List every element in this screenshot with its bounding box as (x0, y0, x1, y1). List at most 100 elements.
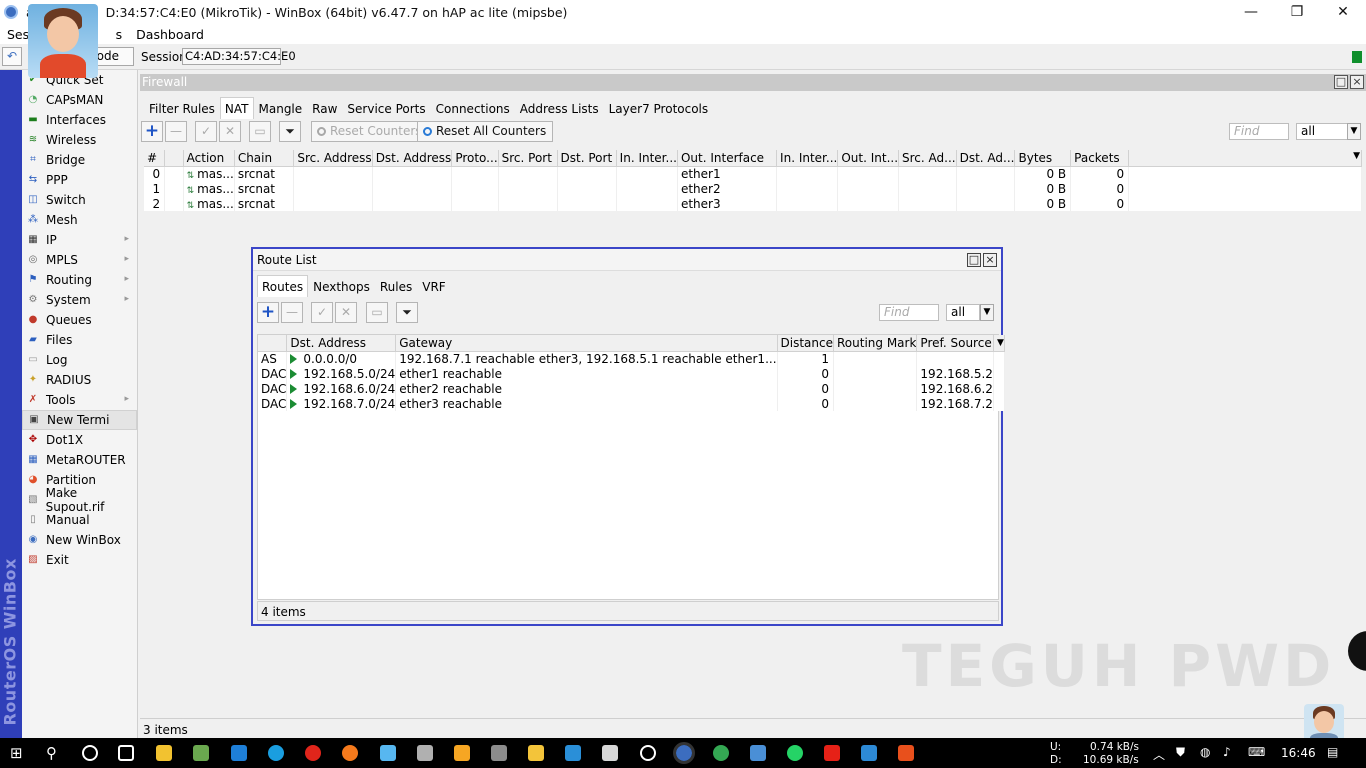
column-header[interactable]: Routing Mark (833, 335, 918, 352)
sidebar-item-switch[interactable]: ◫ Switch (22, 190, 137, 210)
sidebar-item-tools[interactable]: ✗ Tools ▸ (22, 390, 137, 410)
column-header[interactable]: Src. Address (293, 150, 373, 167)
table-row[interactable]: AS 0.0.0.0/0 192.168.7.1 reachable ether3,… (258, 351, 1005, 366)
notes-icon[interactable] (380, 745, 396, 761)
search-icon[interactable]: ⚲ (46, 745, 62, 761)
dropdown-arrow-icon[interactable]: ▼ (1347, 123, 1361, 140)
column-header[interactable]: In. Inter... (616, 150, 678, 167)
store-icon[interactable] (156, 745, 172, 761)
tab-filter-rules[interactable]: Filter Rules (144, 97, 220, 119)
whatsapp-icon[interactable] (787, 745, 803, 761)
column-header[interactable]: Out. Interface (677, 150, 778, 167)
tab-vrf[interactable]: VRF (417, 275, 450, 297)
tab-routes[interactable]: Routes (257, 275, 309, 297)
app-icon[interactable] (861, 745, 877, 761)
restore-button[interactable]: ❐ (1274, 0, 1320, 24)
photos-icon[interactable] (491, 745, 507, 761)
sidebar-item-new-termi[interactable]: ▣ New Termi (22, 410, 137, 430)
add-icon[interactable]: + (257, 302, 279, 323)
column-header[interactable]: Distance (777, 335, 835, 352)
sidebar-item-radius[interactable]: ✦ RADIUS (22, 370, 137, 390)
maximize-icon[interactable]: □ (1334, 75, 1348, 89)
table-row[interactable]: DAC 192.168.5.0/24 ether1 reachable 0 192.16… (258, 366, 1005, 381)
notifications-icon[interactable]: ▤ (1327, 745, 1338, 759)
sidebar-item-routing[interactable]: ⚑ Routing ▸ (22, 270, 137, 290)
column-header[interactable]: Bytes (1014, 150, 1072, 167)
tab-raw[interactable]: Raw (307, 97, 342, 119)
sidebar-item-interfaces[interactable]: ▬ Interfaces (22, 110, 137, 130)
sidebar-item-metarouter[interactable]: ▦ MetaROUTER (22, 450, 137, 470)
add-icon[interactable]: + (141, 121, 163, 142)
column-menu-icon[interactable]: ▼ (993, 335, 1005, 352)
route-filter-select[interactable]: all (946, 304, 980, 321)
column-header[interactable]: Chain (234, 150, 295, 167)
sidebar-item-new-winbox[interactable]: ◉ New WinBox (22, 530, 137, 550)
column-header[interactable]: # (144, 150, 166, 167)
undo-button[interactable]: ↶ (2, 47, 22, 66)
column-header[interactable] (258, 335, 288, 352)
column-header[interactable]: Proto... (451, 150, 499, 167)
network-icon[interactable]: ◍ (1200, 745, 1210, 759)
maximize-icon[interactable]: □ (967, 253, 981, 267)
mail-icon[interactable] (231, 745, 247, 761)
tab-rules[interactable]: Rules (375, 275, 417, 297)
comment-icon[interactable]: ▭ (366, 302, 388, 323)
winbox-taskbar-icon[interactable] (673, 742, 695, 764)
close-icon[interactable]: × (983, 253, 997, 267)
firewall-filter-select[interactable]: all (1296, 123, 1348, 140)
dropdown-arrow-icon[interactable]: ▼ (980, 304, 994, 321)
tab-nat[interactable]: NAT (219, 97, 254, 119)
remove-icon[interactable]: — (281, 302, 303, 323)
menu-settings[interactable]: s (116, 27, 123, 42)
chrome-icon[interactable] (713, 745, 729, 761)
sidebar-item-bridge[interactable]: ⌗ Bridge (22, 150, 137, 170)
firewall-find-input[interactable]: Find (1229, 123, 1289, 140)
tab-service-ports[interactable]: Service Ports (342, 97, 430, 119)
security-icon[interactable]: ⛊ (1176, 745, 1185, 760)
sidebar-item-wireless[interactable]: ≋ Wireless (22, 130, 137, 150)
edge-icon[interactable] (268, 745, 284, 761)
filter-icon[interactable]: ⏷ (396, 302, 418, 323)
column-header[interactable]: Dst. Address (372, 150, 453, 167)
youtube-icon[interactable] (824, 745, 840, 761)
route-find-input[interactable]: Find (879, 304, 939, 321)
table-row[interactable]: 0 ⇅ mas... srcnat ether1 0 B0 (144, 166, 1362, 181)
sidebar-item-mpls[interactable]: ◎ MPLS ▸ (22, 250, 137, 270)
opera-icon[interactable] (305, 745, 321, 761)
sidebar-item-exit[interactable]: ▨ Exit (22, 550, 137, 570)
windows-start-icon[interactable]: ⊞ (10, 745, 26, 761)
tab-address-lists[interactable]: Address Lists (515, 97, 604, 119)
app-icon[interactable] (750, 745, 766, 761)
tab-mangle[interactable]: Mangle (254, 97, 308, 119)
tab-nexthops[interactable]: Nexthops (308, 275, 375, 297)
clock[interactable]: 16:46 (1281, 746, 1316, 760)
sidebar-item-log[interactable]: ▭ Log (22, 350, 137, 370)
close-icon[interactable]: × (1350, 75, 1364, 89)
keyboard-icon[interactable]: ⌨ (1248, 745, 1265, 759)
session-field[interactable]: C4:AD:34:57:C4:E0 (182, 48, 296, 65)
sidebar-item-system[interactable]: ⚙ System ▸ (22, 290, 137, 310)
cortana-icon[interactable] (82, 745, 98, 761)
reset-counters-button[interactable]: Reset Counters (311, 121, 429, 142)
column-header[interactable]: Src. Ad... (898, 150, 957, 167)
disable-icon[interactable]: ✕ (335, 302, 357, 323)
column-header[interactable]: Packets (1070, 150, 1130, 167)
vscode-icon[interactable] (565, 745, 581, 761)
volume-icon[interactable]: ♪ (1223, 745, 1231, 759)
table-row[interactable]: DAC 192.168.6.0/24 ether2 reachable 0 192.16… (258, 381, 1005, 396)
media-icon[interactable] (454, 745, 470, 761)
column-header[interactable]: Action (183, 150, 235, 167)
column-header[interactable]: Dst. Port (557, 150, 617, 167)
reset-all-counters-button[interactable]: Reset All Counters (417, 121, 554, 142)
sidebar-item-files[interactable]: ▰ Files (22, 330, 137, 350)
column-header[interactable]: Dst. Address (286, 335, 397, 352)
sidebar-item-mesh[interactable]: ⁂ Mesh (22, 210, 137, 230)
table-row[interactable]: DAC 192.168.7.0/24 ether3 reachable 0 192.16… (258, 396, 1005, 411)
tool-icon[interactable] (417, 745, 433, 761)
file-explorer-icon[interactable] (528, 745, 544, 761)
notepad-icon[interactable] (602, 745, 618, 761)
speed-icon[interactable] (640, 745, 656, 761)
sidebar-item-ip[interactable]: ▦ IP ▸ (22, 230, 137, 250)
enable-icon[interactable]: ✓ (195, 121, 217, 142)
close-window-button[interactable]: ✕ (1320, 0, 1366, 24)
